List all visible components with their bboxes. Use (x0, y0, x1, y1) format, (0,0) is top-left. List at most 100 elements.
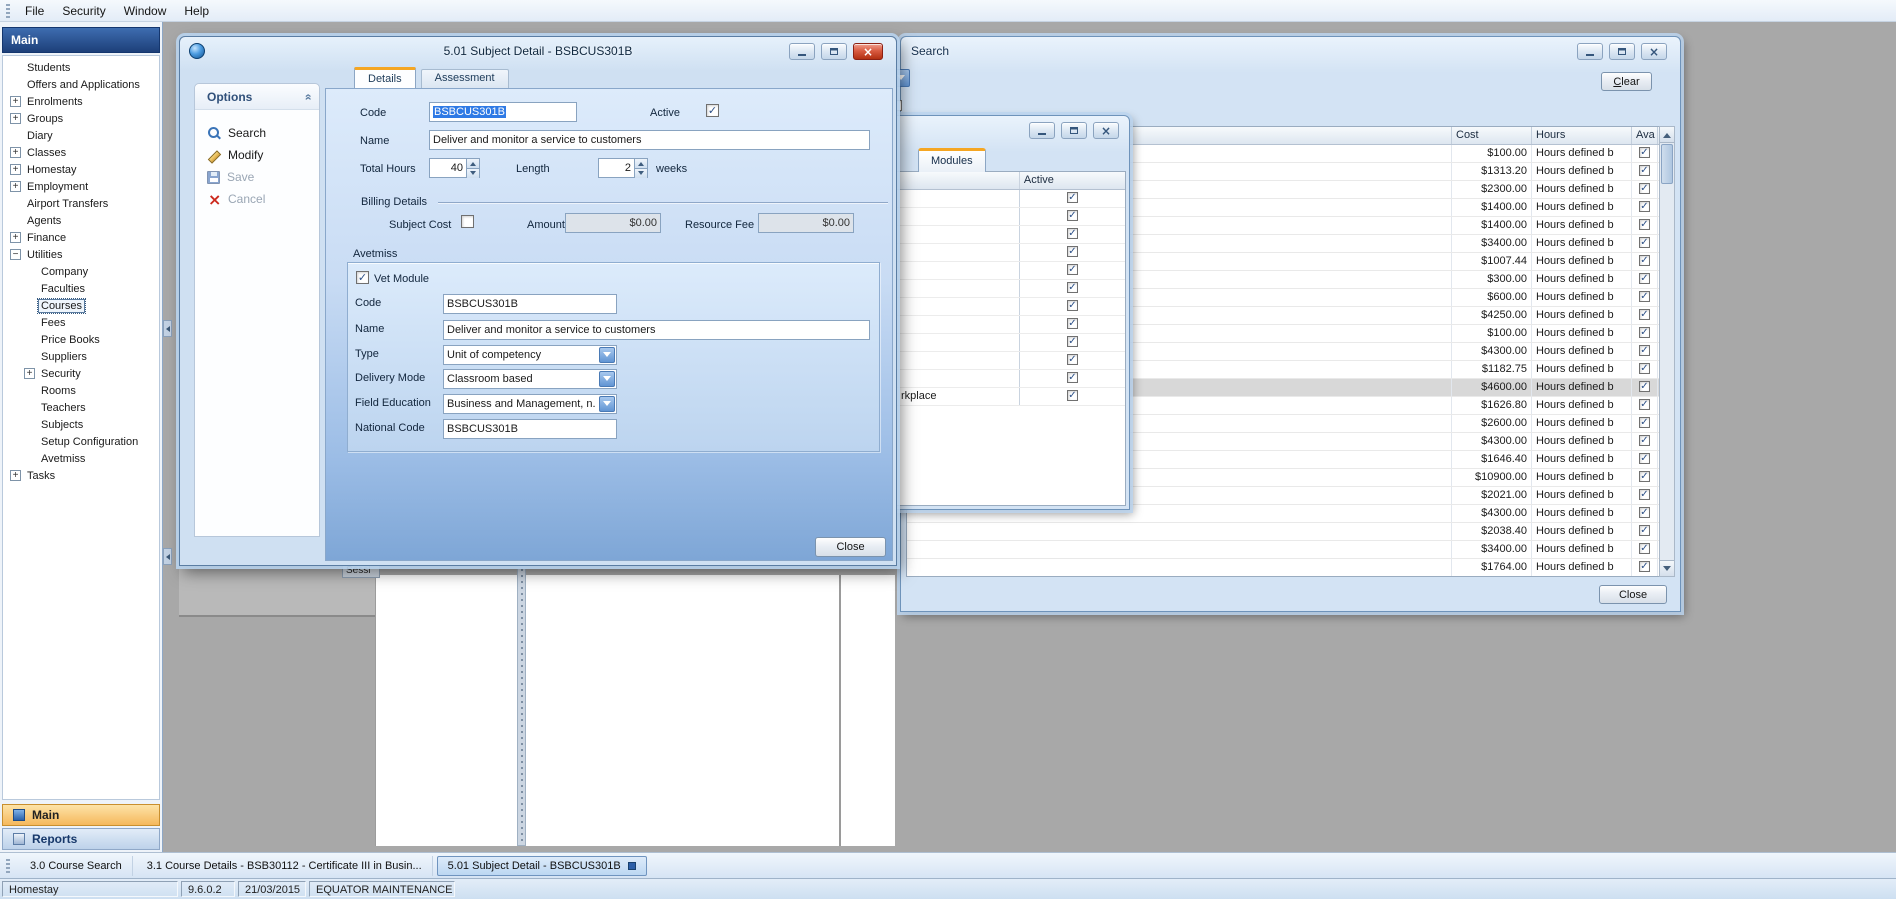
module-active-checkbox[interactable]: ✓ (1067, 264, 1078, 275)
subject-row[interactable]: $2038.40Hours defined b✓ (907, 523, 1659, 541)
available-checkbox[interactable]: ✓ (1639, 543, 1650, 554)
spin-down-button[interactable] (634, 168, 647, 178)
sidebar-item-homestay[interactable]: +Homestay (3, 162, 159, 179)
maximize-button[interactable] (1609, 43, 1635, 60)
module-active-checkbox[interactable]: ✓ (1067, 300, 1078, 311)
tree-expand-icon[interactable]: + (10, 113, 21, 124)
sidebar-item-groups[interactable]: +Groups (3, 111, 159, 128)
sidebar-item-offers-and-applications[interactable]: Offers and Applications (3, 77, 159, 94)
spin-up-button[interactable] (466, 159, 479, 168)
sidebar-item-agents[interactable]: Agents (3, 213, 159, 230)
spin-up-button[interactable] (634, 159, 647, 168)
module-row[interactable]: rkplace✓ (865, 388, 1125, 406)
sidebar-item-subjects[interactable]: Subjects (3, 417, 159, 434)
module-active-checkbox[interactable]: ✓ (1067, 354, 1078, 365)
available-checkbox[interactable]: ✓ (1639, 165, 1650, 176)
maximize-button[interactable] (821, 43, 847, 60)
clear-button[interactable]: Clear (1601, 72, 1652, 91)
sidebar-item-setup-configuration[interactable]: Setup Configuration (3, 434, 159, 451)
sidebar-item-security[interactable]: +Security (3, 366, 159, 383)
tree-expand-icon[interactable]: + (10, 96, 21, 107)
modules-window-titlebar[interactable]: × (861, 116, 1129, 144)
module-row[interactable]: ✓ (865, 370, 1125, 388)
minimize-button[interactable] (1029, 122, 1055, 139)
sidebar-item-courses[interactable]: Courses (3, 298, 159, 315)
column-header-cost[interactable]: Cost (1452, 127, 1532, 144)
available-checkbox[interactable]: ✓ (1639, 219, 1650, 230)
sidebar-item-employment[interactable]: +Employment (3, 179, 159, 196)
available-checkbox[interactable]: ✓ (1639, 273, 1650, 284)
splitter-collapse-button[interactable] (163, 548, 172, 565)
available-checkbox[interactable]: ✓ (1639, 489, 1650, 500)
sidebar-item-company[interactable]: Company (3, 264, 159, 281)
splitter-collapse-button[interactable] (163, 320, 172, 337)
column-header-available[interactable]: Ava (1632, 127, 1658, 144)
dropdown-button[interactable] (599, 371, 615, 387)
module-row[interactable]: ✓ (865, 334, 1125, 352)
sidebar-item-diary[interactable]: Diary (3, 128, 159, 145)
options-item-cancel[interactable]: Cancel (195, 188, 319, 210)
scroll-down-button[interactable] (1660, 560, 1674, 576)
close-button[interactable]: × (1093, 122, 1119, 139)
vet-module-checkbox[interactable]: ✓ (356, 271, 369, 284)
module-row[interactable]: ✓ (865, 244, 1125, 262)
amount-input[interactable]: $0.00 (565, 213, 661, 233)
dialog-close-button[interactable]: Close (815, 537, 886, 557)
search-close-button[interactable]: Close (1599, 585, 1667, 604)
avetmiss-name-input[interactable]: Deliver and monitor a service to custome… (443, 320, 870, 340)
available-checkbox[interactable]: ✓ (1639, 399, 1650, 410)
module-active-checkbox[interactable]: ✓ (1067, 318, 1078, 329)
module-active-checkbox[interactable]: ✓ (1067, 210, 1078, 221)
maximize-button[interactable] (1061, 122, 1087, 139)
available-checkbox[interactable]: ✓ (1639, 525, 1650, 536)
spin-down-button[interactable] (466, 168, 479, 178)
sidebar-item-airport-transfers[interactable]: Airport Transfers (3, 196, 159, 213)
tree-expand-icon[interactable]: + (10, 181, 21, 192)
tree-expand-icon[interactable]: + (10, 232, 21, 243)
tab-details[interactable]: Details (354, 67, 416, 88)
tree-expand-icon[interactable]: + (10, 147, 21, 158)
menu-item-window[interactable]: Window (115, 1, 176, 21)
column-header-hours[interactable]: Hours (1532, 127, 1632, 144)
sidebar-item-teachers[interactable]: Teachers (3, 400, 159, 417)
type-select[interactable]: Unit of competency (443, 345, 617, 365)
collapse-chevron-icon[interactable]: » (301, 93, 315, 100)
close-button[interactable]: × (853, 43, 883, 60)
available-checkbox[interactable]: ✓ (1639, 309, 1650, 320)
minimize-button[interactable] (1577, 43, 1603, 60)
vertical-splitter[interactable] (517, 568, 526, 846)
subject-row[interactable]: $1764.00Hours defined b✓ (907, 559, 1659, 577)
sidebar-item-rooms[interactable]: Rooms (3, 383, 159, 400)
sidebar-item-enrolments[interactable]: +Enrolments (3, 94, 159, 111)
module-active-checkbox[interactable]: ✓ (1067, 336, 1078, 347)
taskbar-tab-2[interactable]: 3.1 Course Details - BSB30112 - Certific… (137, 856, 433, 876)
dropdown-button[interactable] (599, 347, 615, 363)
menu-item-help[interactable]: Help (175, 1, 218, 21)
tab-modules[interactable]: Modules (918, 148, 986, 172)
avetmiss-code-input[interactable]: BSBCUS301B (443, 294, 617, 314)
taskbar-grip[interactable] (6, 859, 10, 873)
module-row[interactable]: ✓ (865, 262, 1125, 280)
available-checkbox[interactable]: ✓ (1639, 291, 1650, 302)
available-checkbox[interactable]: ✓ (1639, 507, 1650, 518)
module-active-checkbox[interactable]: ✓ (1067, 228, 1078, 239)
sidebar-item-students[interactable]: Students (3, 60, 159, 77)
length-stepper[interactable]: 2 (598, 158, 648, 178)
tree-expand-icon[interactable]: + (10, 470, 21, 481)
available-checkbox[interactable]: ✓ (1639, 147, 1650, 158)
tree-expand-icon[interactable]: + (24, 368, 35, 379)
delivery-mode-select[interactable]: Classroom based (443, 369, 617, 389)
available-checkbox[interactable]: ✓ (1639, 453, 1650, 464)
sidebar-item-utilities[interactable]: −Utilities (3, 247, 159, 264)
module-row[interactable]: ✓ (865, 226, 1125, 244)
module-active-checkbox[interactable]: ✓ (1067, 372, 1078, 383)
name-input[interactable]: Deliver and monitor a service to custome… (429, 130, 870, 150)
total-hours-stepper[interactable]: 40 (429, 158, 480, 178)
subject-cost-checkbox[interactable] (461, 215, 474, 228)
module-row[interactable]: ✓ (865, 190, 1125, 208)
vertical-scrollbar[interactable] (1659, 126, 1675, 577)
close-button[interactable]: × (1641, 43, 1667, 60)
dialog-titlebar[interactable]: 5.01 Subject Detail - BSBCUS301B × (180, 37, 896, 65)
resource-fee-input[interactable]: $0.00 (758, 213, 854, 233)
available-checkbox[interactable]: ✓ (1639, 237, 1650, 248)
